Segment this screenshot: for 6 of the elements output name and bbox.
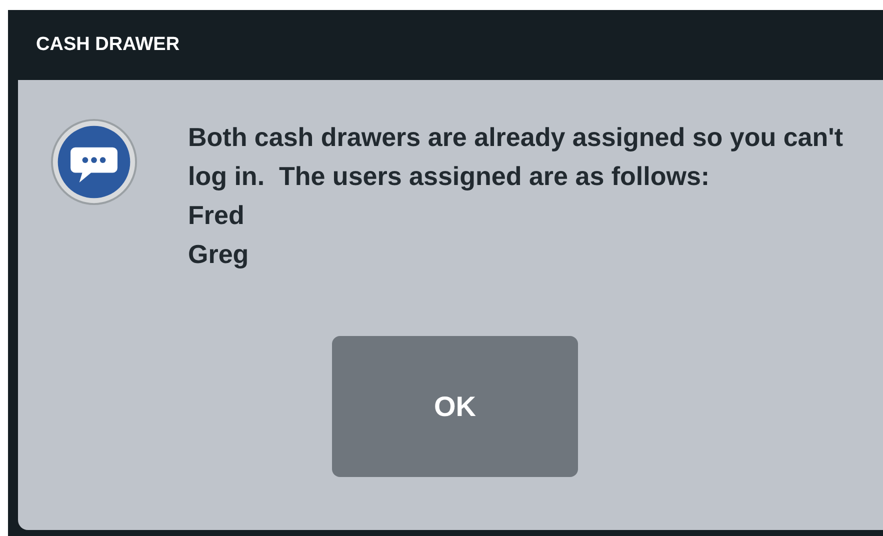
user-name: Greg: [188, 238, 249, 271]
ok-button[interactable]: OK: [332, 336, 578, 477]
user-name: Fred: [188, 199, 244, 232]
message-text: Both cash drawers are already assigned so you can't log in. The users assigned are as follows:: [188, 121, 844, 193]
chat-bubble-icon: [50, 118, 138, 206]
window-title: CASH DRAWER: [36, 34, 180, 56]
